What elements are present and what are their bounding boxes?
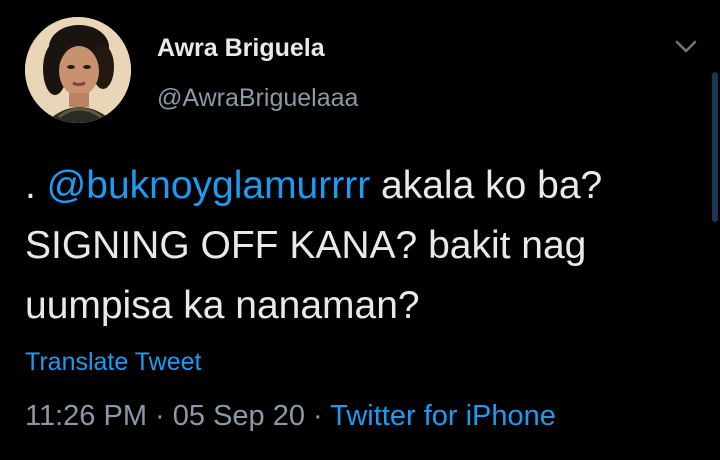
meta-separator: · bbox=[305, 400, 331, 432]
avatar-image bbox=[25, 17, 131, 123]
scrollbar[interactable] bbox=[712, 72, 718, 222]
display-name[interactable]: Awra Briguela bbox=[157, 34, 325, 63]
tweet-source-link[interactable]: Twitter for iPhone bbox=[330, 400, 556, 432]
tweet-prefix: . bbox=[25, 164, 47, 207]
meta-separator: · bbox=[146, 400, 173, 432]
tweet-meta: 11:26 PM · 05 Sep 20 · Twitter for iPhon… bbox=[25, 400, 556, 433]
tweet-card: Awra Briguela @AwraBriguelaaa . @buknoyg… bbox=[0, 0, 720, 460]
user-handle[interactable]: @AwraBriguelaaa bbox=[157, 84, 358, 113]
chevron-down-icon[interactable] bbox=[672, 36, 700, 58]
translate-tweet-link[interactable]: Translate Tweet bbox=[25, 348, 201, 377]
mention-link[interactable]: @buknoygl​amurrrr bbox=[47, 164, 371, 207]
tweet-text: . @buknoygl​amurrrr akala ko ba? SIGNING… bbox=[25, 156, 705, 336]
tweet-date[interactable]: 05 Sep 20 bbox=[173, 400, 305, 432]
tweet-time[interactable]: 11:26 PM bbox=[25, 400, 147, 432]
avatar[interactable] bbox=[25, 17, 131, 123]
